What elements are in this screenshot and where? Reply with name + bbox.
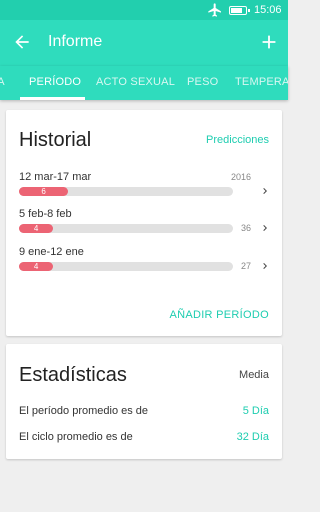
stat-label: El período promedio es de — [19, 405, 149, 417]
back-arrow-icon[interactable] — [12, 32, 32, 52]
tab-peso[interactable]: PESO — [187, 76, 218, 88]
stat-label: El ciclo promedio es de — [19, 431, 133, 443]
history-title: Historial — [19, 129, 92, 151]
period-days: 6 — [19, 187, 69, 196]
period-range: 9 ene-12 ene — [19, 246, 84, 258]
period-row[interactable]: 9 ene-12 ene 4 27 — [19, 246, 271, 278]
period-year: 2016 — [230, 172, 251, 182]
tab-acto-sexual[interactable]: ACTO SEXUAL — [96, 76, 175, 88]
period-bar: 4 — [19, 224, 233, 233]
chevron-right-icon — [263, 225, 267, 231]
cycle-length: 36 — [240, 223, 251, 233]
predictions-link[interactable]: Predicciones — [206, 134, 269, 146]
history-card: Historial Predicciones 12 mar-17 mar 201… — [6, 110, 282, 336]
app-bar: Informe — [0, 20, 288, 66]
statistics-card: Estadísticas Media El período promedio e… — [6, 344, 282, 459]
battery-icon — [229, 6, 250, 15]
status-bar: 15:06 — [0, 0, 288, 20]
tab-bar: ÍA PERÍODO ACTO SEXUAL PESO TEMPERATURA — [0, 66, 288, 100]
period-days: 4 — [19, 262, 54, 271]
tab-temperatura[interactable]: TEMPERATURA — [235, 76, 288, 88]
period-days: 4 — [19, 224, 54, 233]
stat-value: 32 Día — [236, 431, 269, 443]
stat-row-period: El período promedio es de 5 Día — [19, 405, 269, 417]
status-time: 15:06 — [254, 4, 282, 16]
cycle-length: 27 — [240, 261, 251, 271]
tab-dia[interactable]: ÍA — [0, 76, 5, 88]
add-period-button[interactable]: AÑADIR PERÍODO — [169, 309, 269, 321]
period-range: 5 feb-8 feb — [19, 208, 72, 220]
add-icon[interactable] — [258, 31, 280, 53]
page-title: Informe — [48, 33, 103, 50]
tab-periodo[interactable]: PERÍODO — [29, 76, 81, 88]
period-bar: 4 — [19, 262, 233, 271]
airplane-icon — [208, 3, 221, 17]
period-row[interactable]: 12 mar-17 mar 2016 6 — [19, 171, 271, 203]
chevron-right-icon — [263, 188, 267, 194]
period-range: 12 mar-17 mar — [19, 171, 92, 183]
tab-active-indicator — [20, 97, 85, 100]
statistics-title: Estadísticas — [19, 364, 127, 386]
period-bar: 6 — [19, 187, 233, 196]
stats-mode-selector[interactable]: Media — [239, 369, 269, 381]
stat-row-cycle: El ciclo promedio es de 32 Día — [19, 431, 269, 443]
stat-value: 5 Día — [242, 405, 269, 417]
chevron-right-icon — [263, 263, 267, 269]
period-row[interactable]: 5 feb-8 feb 4 36 — [19, 208, 271, 240]
